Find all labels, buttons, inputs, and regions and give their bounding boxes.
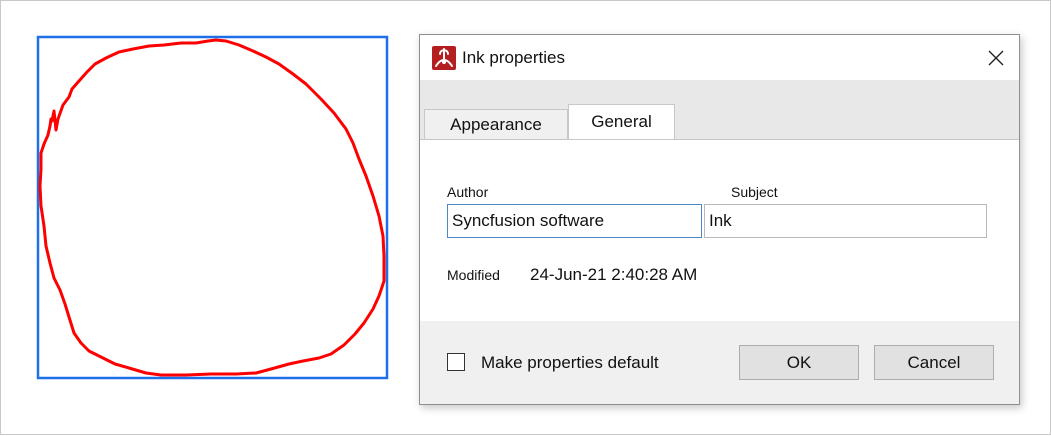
cancel-button[interactable]: Cancel (874, 345, 994, 380)
tab-general[interactable]: General (568, 104, 675, 139)
make-default-checkbox[interactable] (447, 353, 465, 371)
general-panel: Author Subject Modified 24-Jun-21 2:40:2… (420, 139, 1019, 322)
ok-button[interactable]: OK (739, 345, 859, 380)
tab-strip: Appearance General (420, 80, 1019, 139)
make-default-label[interactable]: Make properties default (481, 353, 659, 373)
pdf-app-icon (432, 46, 456, 70)
tab-appearance-label: Appearance (450, 114, 542, 134)
modified-label: Modified (447, 267, 500, 283)
author-field[interactable] (447, 204, 702, 238)
tab-appearance[interactable]: Appearance (424, 109, 568, 139)
ink-annotation-canvas[interactable] (1, 1, 401, 436)
dialog-title: Ink properties (462, 48, 565, 67)
dialog-footer: Make properties default OK Cancel (420, 321, 1019, 404)
ink-properties-dialog: Ink properties Appearance General Author… (419, 34, 1020, 405)
tab-general-label: General (591, 112, 652, 131)
subject-label: Subject (731, 184, 778, 200)
dialog-titlebar: Ink properties (420, 35, 1019, 80)
modified-value: 24-Jun-21 2:40:28 AM (530, 265, 698, 284)
ink-selection-rect[interactable] (36, 35, 389, 380)
author-label: Author (447, 184, 489, 200)
ink-stroke[interactable] (38, 38, 386, 377)
subject-field[interactable] (704, 204, 987, 238)
close-icon (988, 50, 1004, 65)
close-button[interactable] (973, 35, 1019, 80)
